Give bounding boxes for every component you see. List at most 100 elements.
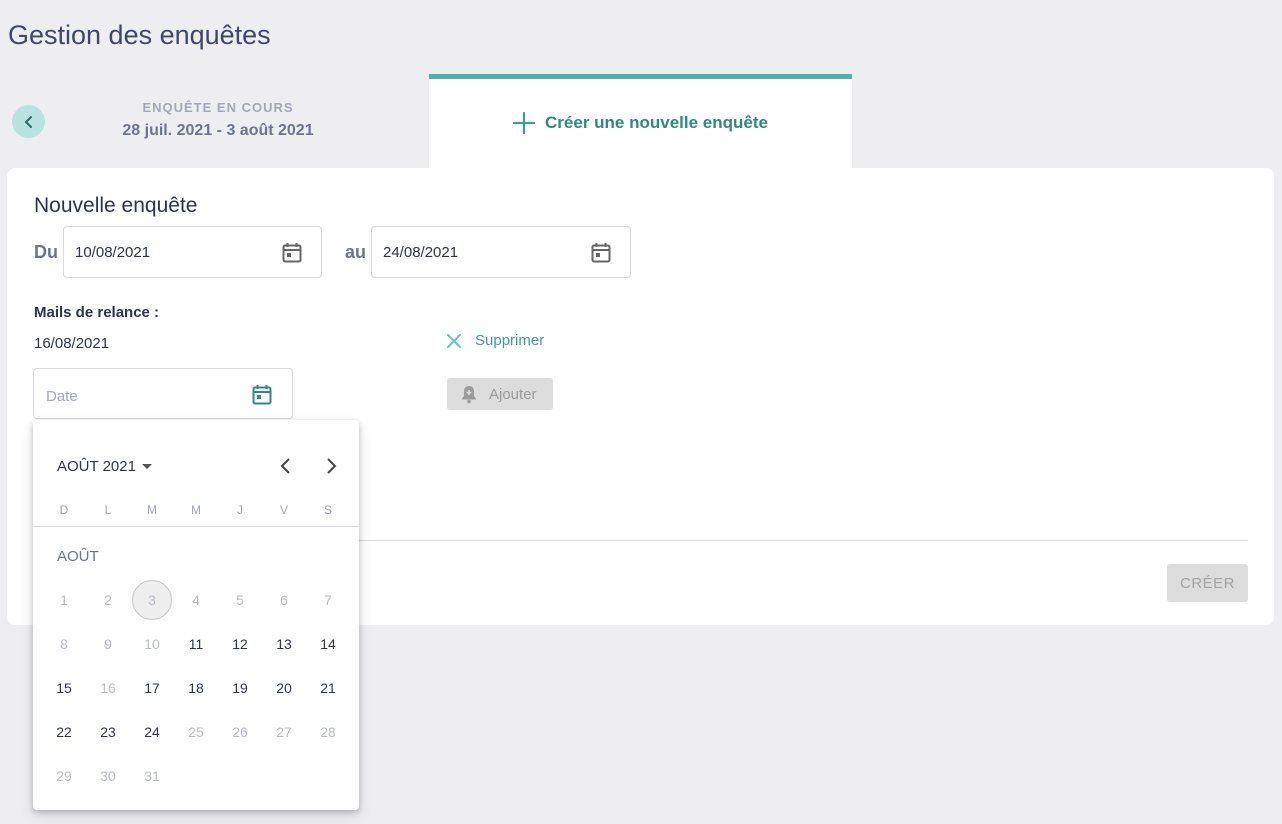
- calendar-day: 3: [130, 578, 174, 622]
- calendar-day: 26: [218, 710, 262, 754]
- calendar-day[interactable]: 13: [262, 622, 306, 666]
- calendar-day: 9: [86, 622, 130, 666]
- calendar-day-label: 9: [104, 636, 112, 652]
- from-date-field[interactable]: 10/08/2021: [63, 226, 322, 278]
- calendar-day-label: 2: [104, 592, 112, 608]
- current-survey-label: ENQUÊTE EN COURS: [142, 100, 294, 115]
- calendar-day: 16: [86, 666, 130, 710]
- calendar-day-label: 28: [320, 724, 336, 740]
- calendar-day-label: 14: [320, 636, 336, 652]
- calendar-day-label: 30: [100, 768, 116, 784]
- calendar-day-label: 20: [276, 680, 292, 696]
- calendar-day: 1: [42, 578, 86, 622]
- weekday-label: J: [237, 503, 243, 517]
- weekday-label: M: [191, 503, 201, 517]
- to-date-field[interactable]: 24/08/2021: [371, 226, 631, 278]
- calendar-day: 2: [86, 578, 130, 622]
- calendar-day[interactable]: 15: [42, 666, 86, 710]
- calendar-day-label: 15: [56, 680, 72, 696]
- calendar-day-label: 12: [232, 636, 248, 652]
- caret-down-icon: [141, 463, 152, 469]
- chevron-right-icon[interactable]: [324, 457, 338, 475]
- weekday-header: D L M M J V S: [42, 503, 350, 517]
- calendar-day: 10: [130, 622, 174, 666]
- month-year-label: AOÛT 2021: [57, 458, 136, 475]
- day-grid: 1 2 3 4 5 6 7 8 9 10 11 12 13 14 15 16 17 18 19 20 21 22 23 24 2…: [42, 578, 350, 798]
- tab-create-survey-label: Créer une nouvelle enquête: [545, 112, 768, 132]
- weekday-label: M: [147, 503, 157, 517]
- month-year-selector[interactable]: AOÛT 2021: [57, 458, 152, 475]
- delete-reminder-button[interactable]: Supprimer: [447, 332, 544, 349]
- calendar-day-label: 27: [276, 724, 292, 740]
- chevron-left-icon[interactable]: [279, 457, 293, 475]
- page-title: Gestion des enquêtes: [8, 20, 271, 50]
- calendar-icon[interactable]: [252, 384, 272, 405]
- calendar-day-label: 24: [144, 724, 160, 740]
- calendar-day: 25: [174, 710, 218, 754]
- calendar-day-label: 29: [56, 768, 72, 784]
- calendar-day[interactable]: 14: [306, 622, 350, 666]
- calendar-day-label: 8: [60, 636, 68, 652]
- add-reminder-button[interactable]: Ajouter: [447, 378, 553, 410]
- calendar-day-label: 18: [188, 680, 204, 696]
- calendar-day-label: 25: [188, 724, 204, 740]
- calendar-day[interactable]: 11: [174, 622, 218, 666]
- calendar-day[interactable]: 23: [86, 710, 130, 754]
- chevron-left-icon: [24, 115, 32, 128]
- close-icon: [447, 333, 461, 348]
- calendar-day-label: 1: [60, 592, 68, 608]
- calendar-day: 27: [262, 710, 306, 754]
- calendar-day[interactable]: 18: [174, 666, 218, 710]
- weekday-label: S: [323, 503, 332, 517]
- calendar-day-label: 6: [280, 592, 288, 608]
- calendar-day[interactable]: 19: [218, 666, 262, 710]
- month-label: AOÛT: [57, 548, 99, 565]
- form-title: Nouvelle enquête: [34, 194, 198, 217]
- current-survey-dates: 28 juil. 2021 - 3 août 2021: [122, 122, 314, 139]
- to-label: au: [345, 242, 367, 262]
- from-date-value: 10/08/2021: [75, 244, 151, 261]
- back-button[interactable]: [12, 105, 45, 138]
- calendar-day: 6: [262, 578, 306, 622]
- plus-icon: [513, 111, 536, 134]
- from-label: Du: [34, 242, 58, 262]
- bell-plus-icon: [462, 386, 476, 404]
- add-reminder-label: Ajouter: [489, 385, 537, 403]
- calendar-day-label: 5: [236, 592, 244, 608]
- calendar-day-label: 21: [320, 680, 336, 696]
- calendar-day: 28: [306, 710, 350, 754]
- reminder-date: 16/08/2021: [34, 335, 110, 352]
- calendar-day[interactable]: 12: [218, 622, 262, 666]
- calendar-icon[interactable]: [282, 242, 302, 263]
- reminders-label: Mails de relance :: [34, 304, 160, 321]
- calendar-day-label: 31: [144, 768, 160, 784]
- weekday-label: L: [104, 503, 112, 517]
- calendar-day: 5: [218, 578, 262, 622]
- calendar-day[interactable]: 17: [130, 666, 174, 710]
- weekday-divider: [33, 526, 359, 527]
- calendar-day[interactable]: 20: [262, 666, 306, 710]
- calendar-day-label: 17: [144, 680, 160, 696]
- calendar-day: 29: [42, 754, 86, 798]
- current-survey-tab[interactable]: ENQUÊTE EN COURS 28 juil. 2021 - 3 août …: [110, 100, 326, 140]
- date-picker: AOÛT 2021 D L M M J V S AOÛT 1 2 3 4 5 6 7 8 9 10…: [33, 420, 359, 810]
- calendar-day-label: 11: [188, 636, 204, 652]
- calendar-day[interactable]: 21: [306, 666, 350, 710]
- calendar-icon[interactable]: [591, 242, 611, 263]
- to-date-value: 24/08/2021: [383, 244, 459, 261]
- reminder-date-input[interactable]: Date: [33, 368, 293, 419]
- tab-create-survey[interactable]: Créer une nouvelle enquête: [429, 74, 852, 170]
- calendar-day: 8: [42, 622, 86, 666]
- calendar-day-label: 23: [100, 724, 116, 740]
- calendar-day: 30: [86, 754, 130, 798]
- weekday-label: D: [59, 503, 69, 517]
- weekday-label: V: [279, 503, 288, 517]
- calendar-day-label: 13: [276, 636, 292, 652]
- calendar-day[interactable]: 22: [42, 710, 86, 754]
- calendar-day: 7: [306, 578, 350, 622]
- calendar-day-label: 3: [132, 580, 172, 620]
- delete-reminder-label: Supprimer: [475, 332, 545, 349]
- calendar-day[interactable]: 24: [130, 710, 174, 754]
- create-button[interactable]: CRÉER: [1167, 564, 1248, 602]
- calendar-day: 4: [174, 578, 218, 622]
